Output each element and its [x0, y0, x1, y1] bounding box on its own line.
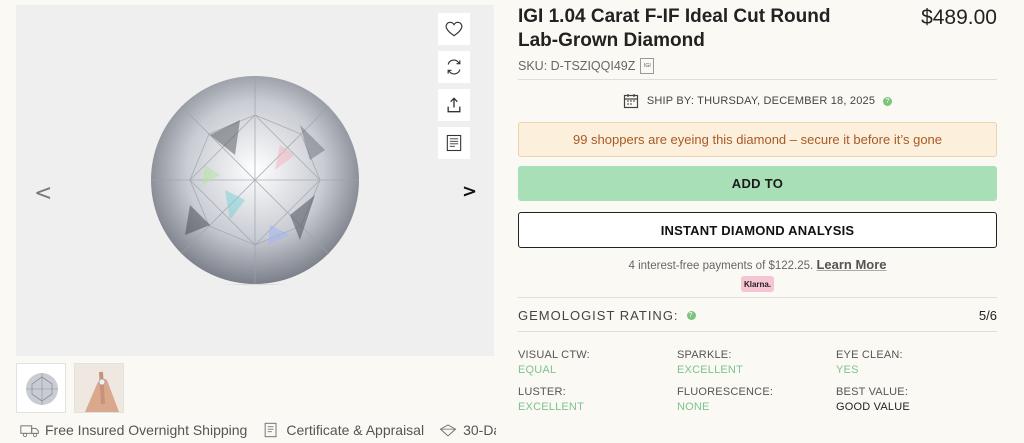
feature-bar: Free Insured Overnight Shipping Certific… — [20, 422, 496, 438]
igi-badge-icon[interactable]: IGI — [640, 58, 655, 74]
attribute-value: EXCELLENT — [518, 401, 584, 413]
attribute-label: VISUAL CTW: — [518, 349, 590, 361]
urgency-banner: 99 shoppers are eyeing this diamond – se… — [518, 122, 997, 157]
installments-info: 4 interest-free payments of $122.25. Lea… — [518, 257, 997, 272]
feature-label: 30-Day Free Returns — [463, 422, 496, 438]
calendar-icon — [623, 94, 638, 109]
attribute-eye-clean: EYE CLEAN: YES — [836, 349, 997, 376]
share-icon — [447, 97, 461, 113]
attribute-label: LUSTER: — [518, 386, 566, 398]
feature-label: Free Insured Overnight Shipping — [45, 422, 248, 438]
product-title: IGI 1.04 Carat F-IF Ideal Cut Round Lab-… — [518, 6, 831, 51]
return-icon — [439, 424, 457, 437]
attribute-visual-ctw: VISUAL CTW: EQUAL — [518, 349, 677, 376]
gemologist-rating: GEMOLOGIST RATING: ? 5/6 — [518, 308, 997, 323]
gemologist-rating-label: GEMOLOGIST RATING: — [518, 308, 679, 323]
learn-more-link[interactable]: Learn More — [816, 257, 886, 272]
certificate-button[interactable] — [438, 127, 470, 159]
sku-label: SKU: D-TSZIQQI49Z — [518, 59, 636, 73]
divider — [518, 79, 997, 80]
thumbnail-hand[interactable] — [74, 363, 124, 413]
feature-certificate: Certificate & Appraisal — [261, 422, 424, 438]
heart-icon — [445, 21, 463, 37]
attribute-value: GOOD VALUE — [836, 401, 910, 413]
diamond-thumbnail-icon — [26, 373, 58, 405]
attribute-value: EXCELLENT — [677, 364, 743, 376]
product-sku: SKU: D-TSZIQQI49Z IGI — [518, 58, 655, 74]
share-button[interactable] — [438, 89, 470, 121]
gallery-next-button[interactable]: > — [462, 181, 477, 202]
diamond-image — [151, 76, 359, 285]
diamond-attributes: VISUAL CTW: EQUAL SPARKLE: EXCELLENT EYE… — [518, 349, 997, 413]
product-price: $489.00 — [921, 6, 997, 29]
urgency-text: 99 shoppers are eyeing this diamond – se… — [572, 132, 943, 147]
compare-button[interactable] — [438, 51, 470, 83]
feature-returns: 30-Day Free Returns — [438, 422, 496, 438]
klarna-badge[interactable]: Klarna. — [741, 276, 774, 292]
attribute-value: YES — [836, 364, 859, 376]
attribute-luster: LUSTER: EXCELLENT — [518, 386, 677, 413]
thumbnail-strip — [16, 363, 124, 413]
hand-thumbnail-icon — [75, 364, 123, 412]
feature-shipping: Free Insured Overnight Shipping — [20, 422, 247, 438]
ship-by-info: SHIP BY: THURSDAY, DECEMBER 18, 2025 ? — [518, 93, 997, 109]
attribute-label: BEST VALUE: — [836, 386, 909, 398]
ship-by-text: SHIP BY: THURSDAY, DECEMBER 18, 2025 — [646, 95, 876, 107]
certificate-icon — [446, 134, 462, 152]
instant-analysis-button[interactable]: INSTANT DIAMOND ANALYSIS — [518, 212, 997, 248]
gallery-action-icons — [438, 13, 470, 165]
feature-label: Certificate & Appraisal — [286, 422, 425, 438]
help-icon[interactable]: ? — [883, 96, 893, 106]
attribute-best-value: BEST VALUE: GOOD VALUE — [836, 386, 997, 413]
gemologist-rating-label-group: GEMOLOGIST RATING: ? — [518, 308, 696, 323]
attribute-value: NONE — [677, 401, 710, 413]
installments-text: 4 interest-free payments of $122.25. — [628, 260, 814, 272]
attribute-label: SPARKLE: — [677, 349, 732, 361]
divider — [518, 331, 997, 332]
add-to-button[interactable]: ADD TO — [518, 166, 997, 201]
gemologist-score: 5/6 — [978, 308, 997, 323]
divider — [518, 297, 997, 298]
certificate-icon — [265, 422, 277, 438]
wishlist-button[interactable] — [438, 13, 470, 45]
compare-icon — [447, 59, 461, 75]
attribute-fluorescence: FLUORESCENCE: NONE — [677, 386, 836, 413]
attribute-sparkle: SPARKLE: EXCELLENT — [677, 349, 836, 376]
attribute-label: EYE CLEAN: — [836, 349, 903, 361]
gallery-prev-button[interactable]: < — [34, 181, 52, 206]
help-icon[interactable]: ? — [686, 311, 696, 320]
product-image-gallery: < > — [16, 5, 494, 356]
thumbnail-diamond[interactable] — [16, 363, 66, 413]
attribute-label: FLUORESCENCE: — [677, 386, 774, 398]
attribute-value: EQUAL — [518, 364, 557, 376]
truck-icon — [20, 425, 39, 438]
